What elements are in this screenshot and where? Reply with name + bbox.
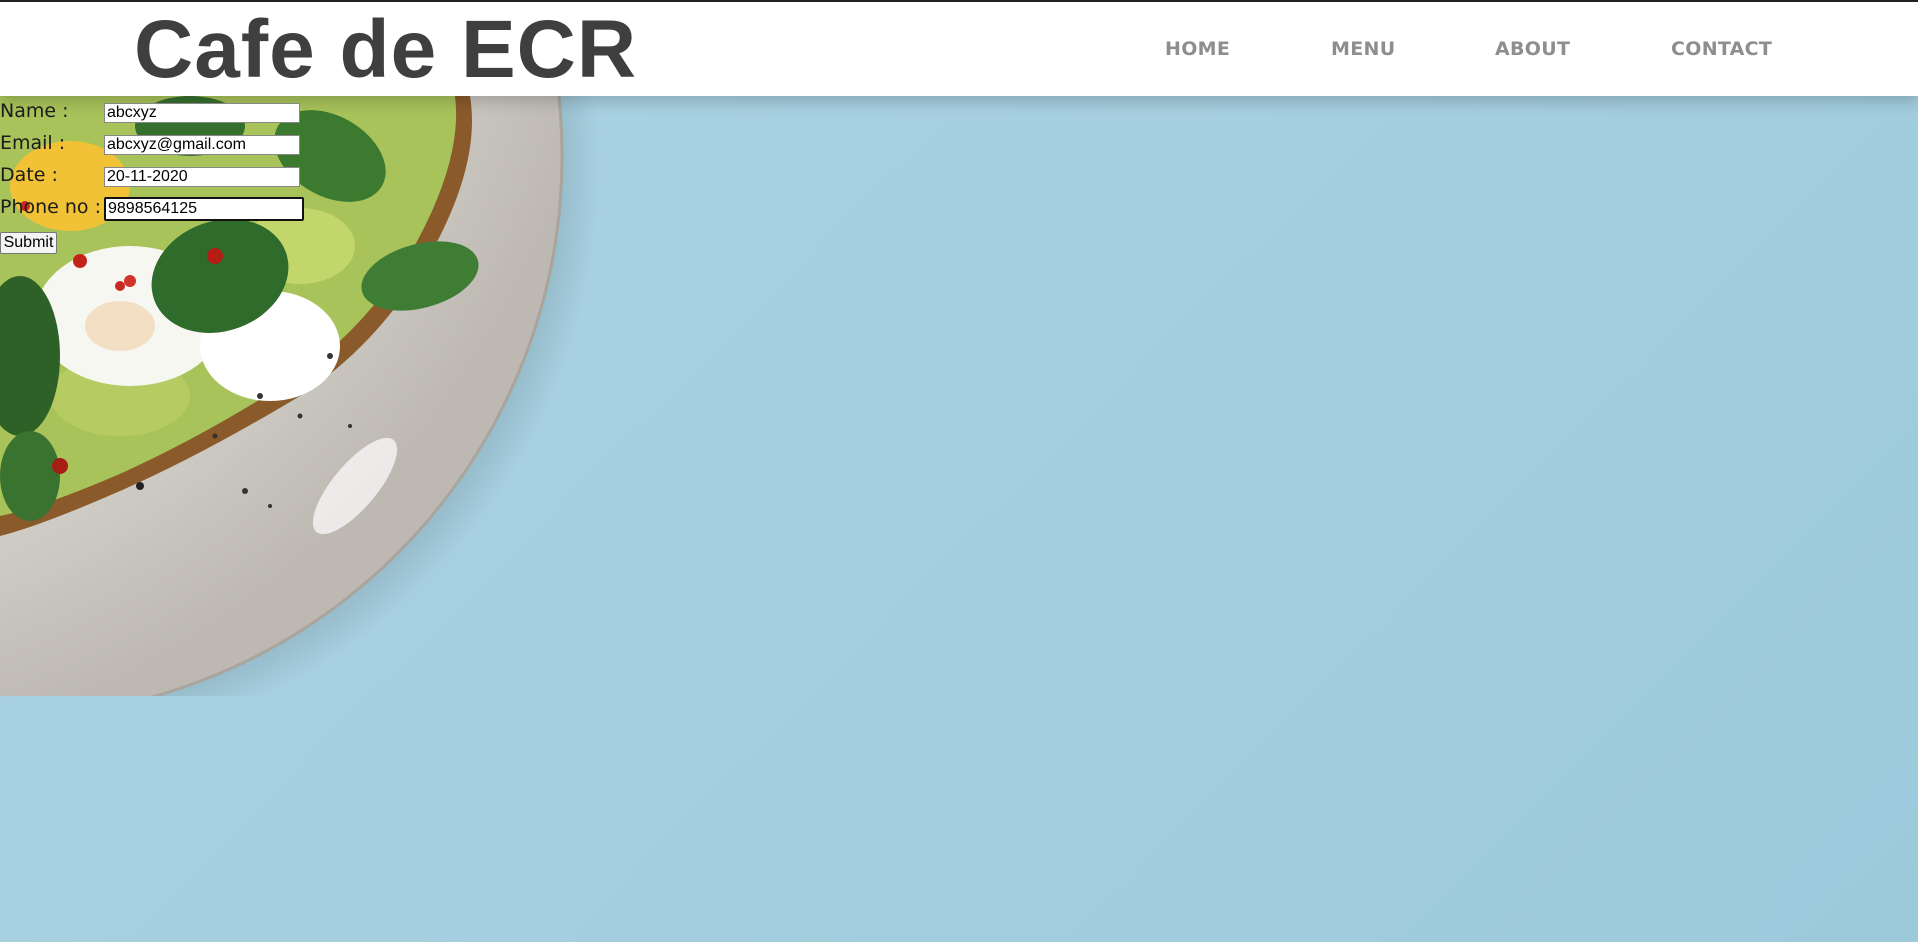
date-input[interactable]: [104, 167, 300, 187]
phone-label: Phone no :: [0, 196, 102, 218]
nav-menu-link[interactable]: MENU: [1331, 38, 1395, 60]
phone-input[interactable]: [104, 197, 304, 221]
main-nav: HOME MENU ABOUT CONTACT: [0, 38, 1918, 64]
submit-button[interactable]: Submit: [0, 232, 57, 254]
name-input[interactable]: [104, 103, 300, 123]
email-label: Email :: [0, 132, 66, 154]
date-label: Date :: [0, 164, 58, 186]
site-header: Cafe de ECR HOME MENU ABOUT CONTACT: [0, 2, 1918, 96]
email-input[interactable]: [104, 135, 300, 155]
nav-contact-link[interactable]: CONTACT: [1671, 38, 1772, 60]
nav-home-link[interactable]: HOME: [1165, 38, 1230, 60]
food-plate-image: [0, 0, 600, 756]
nav-about-link[interactable]: ABOUT: [1495, 38, 1570, 60]
name-label: Name :: [0, 100, 69, 122]
